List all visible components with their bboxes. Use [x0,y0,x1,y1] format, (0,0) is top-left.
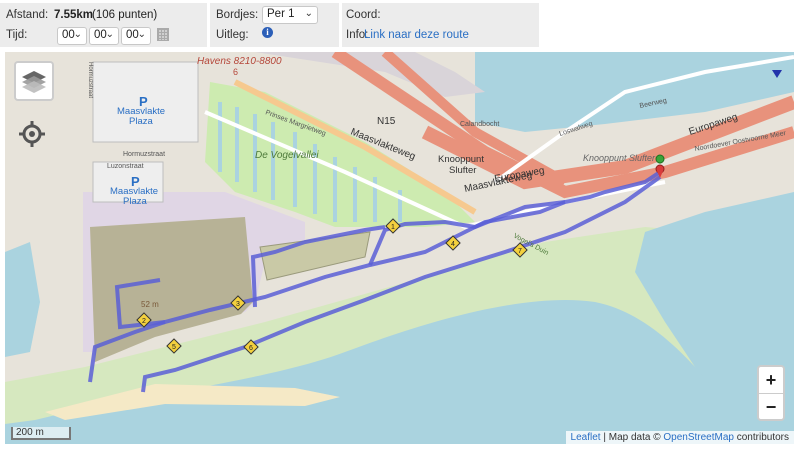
attribution-sep: | Map data © [600,432,664,443]
parking-icon-1: P [139,94,148,109]
afstand-label: Afstand: [6,9,49,21]
tijd-minutes-select[interactable]: 00 ⌄ [89,27,119,45]
afstand-points: (106 punten) [92,9,158,21]
calculator-icon[interactable] [157,28,169,41]
chevron-down-icon: ⌄ [137,29,146,40]
label-luzonstraat: Luzonstraat [107,163,144,170]
crosshair-icon [19,121,45,147]
dropdown-triangle-icon[interactable] [772,70,782,78]
scale-bar: 200 m [11,427,71,440]
osm-link[interactable]: OpenStreetMap [663,432,734,443]
km-marker-6: 6 [249,345,253,352]
bordjes-value: Per 1 [267,8,295,20]
bordjes-select[interactable]: Per 1 ⌄ [262,6,318,24]
label-havens-num: 6 [233,67,238,77]
afstand-value: 7.55km [54,9,94,21]
locate-button[interactable] [18,120,46,148]
zoom-out-button[interactable]: − [759,394,783,420]
label-n15: N15 [377,116,396,127]
route-link[interactable]: Link naar deze route [364,29,469,41]
info-icon[interactable]: i [262,27,273,38]
leaflet-link[interactable]: Leaflet [571,432,601,443]
label-height: 52 m [141,300,159,309]
label-vogelvallei: De Vogelvallei [255,150,319,161]
label-calandbocht: Calandbocht [460,121,499,128]
label-hormuzstraat: Hormuzstraat [123,151,165,158]
zoom-control: + − [757,365,785,421]
tijd-hours-select[interactable]: 00 ⌄ [57,27,87,45]
label-knooppunt-1: Knooppunt [438,154,484,165]
label-hormuz-vertical: Hormuzstraat [87,62,93,98]
map[interactable]: 1 2 3 4 5 6 7 Havens 8210-8800 6 N15 Maa… [5,52,794,444]
label-plaza-2b: Plaza [123,196,147,207]
layers-control[interactable] [14,61,54,101]
parking-icon-2: P [131,174,140,189]
label-knooppunt-slufter: Knooppunt Slufter [583,153,656,163]
coord-label: Coord: [346,9,381,21]
tijd-seconds-select[interactable]: 00 ⌄ [121,27,151,45]
bordjes-label: Bordjes: [216,9,259,21]
label-havens: Havens 8210-8800 [197,56,282,67]
label-plaza-1b: Plaza [129,116,153,127]
layers-icon [22,71,46,93]
label-knooppunt-2: Slufter [449,165,476,176]
zoom-in-button[interactable]: + [759,367,783,394]
map-canvas[interactable]: 1 2 3 4 5 6 7 Havens 8210-8800 6 N15 Maa… [5,52,794,444]
km-marker-7: 7 [518,248,522,255]
uitleg-label: Uitleg: [216,29,249,41]
km-marker-5: 5 [172,344,176,351]
chevron-down-icon: ⌄ [304,8,313,19]
attribution-tail: contributors [733,432,789,443]
km-marker-1: 1 [391,224,395,231]
attribution: Leaflet | Map data © OpenStreetMap contr… [565,431,794,444]
chevron-down-icon: ⌄ [73,29,82,40]
km-marker-2: 2 [142,318,146,325]
tijd-label: Tijd: [6,29,28,41]
chevron-down-icon: ⌄ [105,29,114,40]
km-marker-4: 4 [451,241,455,248]
km-marker-3: 3 [236,301,240,308]
